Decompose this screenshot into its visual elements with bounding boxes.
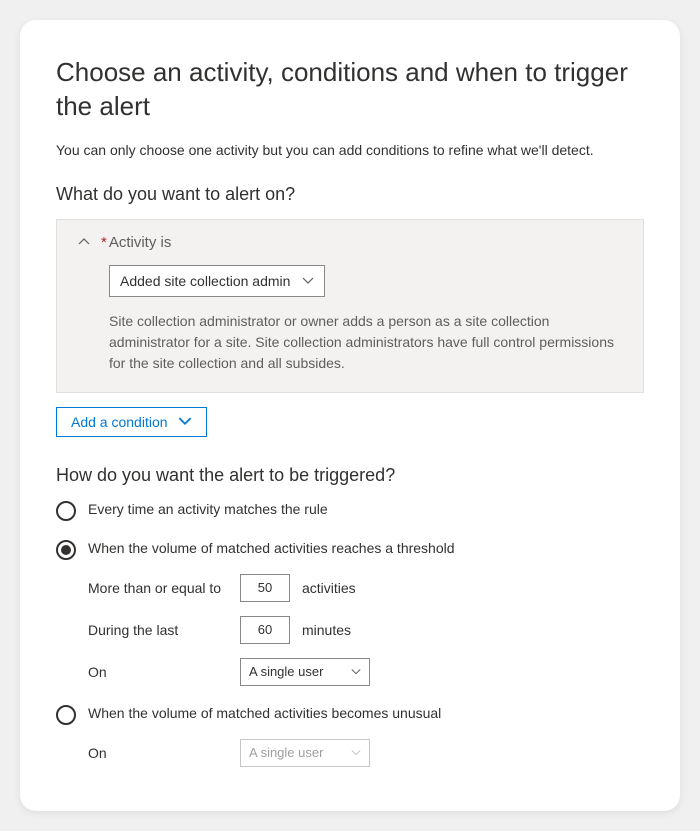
- during-unit: minutes: [302, 622, 351, 638]
- radio-icon: [56, 705, 76, 725]
- on-select[interactable]: A single user: [240, 658, 370, 686]
- unusual-on-select-value: A single user: [249, 745, 323, 760]
- activity-label: *Activity is: [101, 234, 171, 251]
- activity-dropdown[interactable]: Added site collection admin: [109, 265, 325, 297]
- on-select-value: A single user: [249, 664, 323, 679]
- chevron-up-icon: [77, 235, 91, 249]
- on-label: On: [88, 664, 228, 680]
- radio-label: Every time an activity matches the rule: [88, 500, 328, 517]
- add-condition-label: Add a condition: [71, 414, 168, 430]
- unusual-fields: On A single user: [56, 739, 644, 767]
- chevron-down-icon: [302, 277, 314, 285]
- more-than-row: More than or equal to activities: [88, 574, 644, 602]
- radio-threshold-block: When the volume of matched activities re…: [56, 539, 644, 686]
- activity-header[interactable]: *Activity is: [71, 234, 629, 251]
- radio-label: When the volume of matched activities be…: [88, 704, 441, 721]
- on-row: On A single user: [88, 658, 644, 686]
- chevron-down-icon: [178, 417, 192, 426]
- radio-label: When the volume of matched activities re…: [88, 539, 455, 556]
- threshold-fields: More than or equal to activities During …: [56, 574, 644, 686]
- page-subtitle: You can only choose one activity but you…: [56, 142, 644, 158]
- required-asterisk: *: [101, 234, 107, 251]
- radio-unusual[interactable]: When the volume of matched activities be…: [56, 704, 644, 725]
- radio-icon-selected: [56, 540, 76, 560]
- add-condition-button[interactable]: Add a condition: [56, 407, 207, 437]
- activity-condition-box: *Activity is Added site collection admin…: [56, 219, 644, 393]
- radio-threshold[interactable]: When the volume of matched activities re…: [56, 539, 644, 560]
- more-than-unit: activities: [302, 580, 356, 596]
- radio-every-time[interactable]: Every time an activity matches the rule: [56, 500, 644, 521]
- chevron-down-icon: [351, 667, 361, 677]
- alert-config-panel: Choose an activity, conditions and when …: [20, 20, 680, 811]
- chevron-down-icon: [351, 748, 361, 758]
- more-than-label: More than or equal to: [88, 580, 228, 596]
- unusual-on-select: A single user: [240, 739, 370, 767]
- during-row: During the last minutes: [88, 616, 644, 644]
- radio-unusual-block: When the volume of matched activities be…: [56, 704, 644, 767]
- activity-dropdown-value: Added site collection admin: [120, 273, 290, 289]
- radio-icon: [56, 501, 76, 521]
- during-input[interactable]: [240, 616, 290, 644]
- trigger-heading: How do you want the alert to be triggere…: [56, 465, 644, 486]
- activity-description: Site collection administrator or owner a…: [109, 311, 619, 374]
- activity-content: Added site collection admin Site collect…: [71, 265, 629, 374]
- unusual-on-label: On: [88, 745, 228, 761]
- during-label: During the last: [88, 622, 228, 638]
- unusual-on-row: On A single user: [88, 739, 644, 767]
- page-title: Choose an activity, conditions and when …: [56, 56, 644, 124]
- more-than-input[interactable]: [240, 574, 290, 602]
- alert-on-heading: What do you want to alert on?: [56, 184, 644, 205]
- trigger-radio-group: Every time an activity matches the rule …: [56, 500, 644, 767]
